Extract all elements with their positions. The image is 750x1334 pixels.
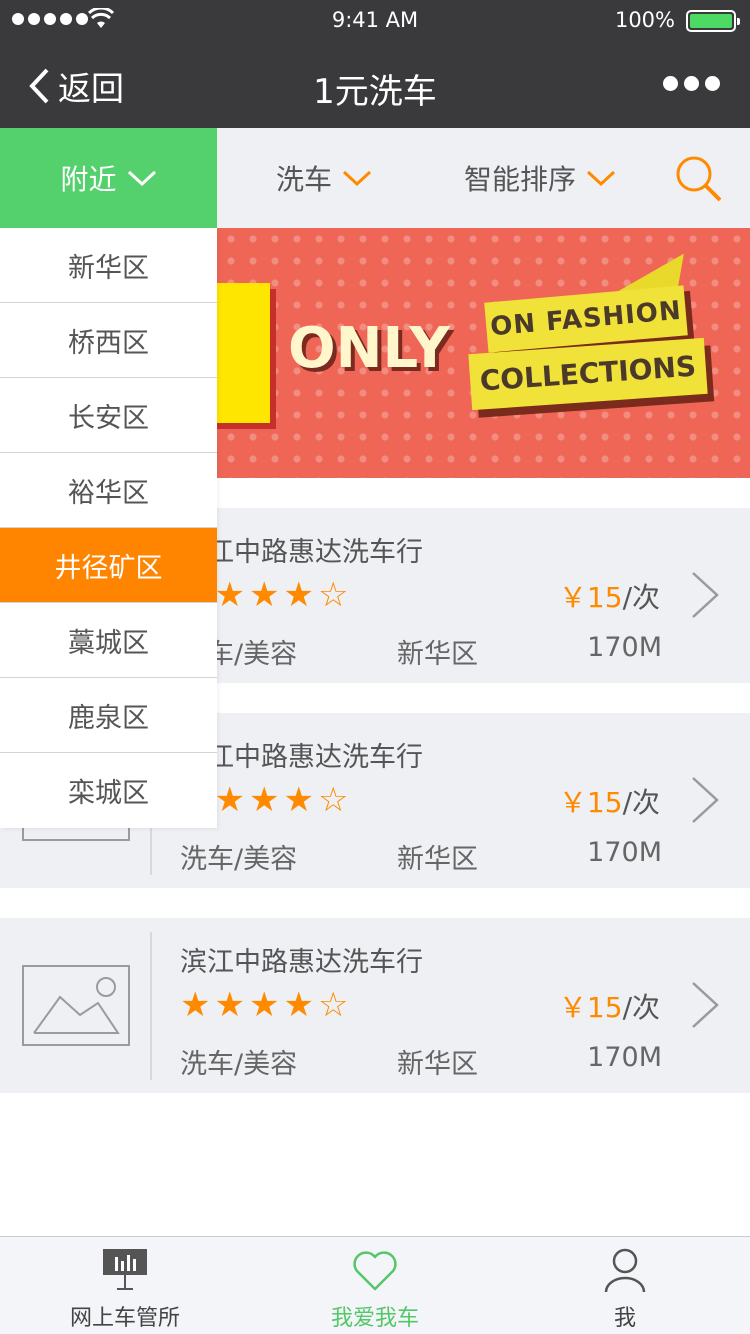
heart-icon — [353, 1251, 397, 1291]
district-dropdown: 新华区 桥西区 长安区 裕华区 井径矿区 藁城区 鹿泉区 栾城区 — [0, 228, 217, 828]
district-option[interactable]: 新华区 — [0, 228, 217, 303]
district-option[interactable]: 鹿泉区 — [0, 678, 217, 753]
tab-vehicle-admin-label: 网上车管所 — [69, 1306, 180, 1331]
filter-sort[interactable]: 智能排序 — [464, 128, 616, 228]
filter-nearby-label: 附近 — [60, 163, 117, 196]
price-value: ￥15 — [558, 786, 623, 819]
district-option[interactable]: 桥西区 — [0, 303, 217, 378]
filter-bar: 附近 洗车 智能排序 — [0, 128, 750, 228]
district-option-selected[interactable]: 井径矿区 — [0, 528, 217, 603]
listing-district: 新华区 — [397, 639, 478, 670]
tab-me[interactable]: 我 — [500, 1237, 750, 1334]
price-value: ￥15 — [558, 581, 623, 614]
chevron-down-icon — [586, 170, 616, 187]
filter-wash[interactable]: 洗车 — [276, 128, 372, 228]
price-unit: /次 — [622, 786, 660, 819]
listing-district: 新华区 — [397, 844, 478, 875]
chevron-down-icon — [342, 170, 372, 187]
district-option[interactable]: 长安区 — [0, 378, 217, 453]
filter-wash-label: 洗车 — [276, 163, 333, 196]
battery-icon — [686, 10, 740, 32]
presentation-board-icon — [103, 1249, 147, 1290]
price-unit: /次 — [622, 991, 660, 1024]
price-unit: /次 — [622, 581, 660, 614]
listing-price: ￥15/次 — [559, 576, 660, 616]
district-option[interactable]: 栾城区 — [0, 753, 217, 828]
battery-percent: 100% — [614, 8, 675, 32]
listing-price: ￥15/次 — [559, 986, 660, 1026]
search-icon[interactable] — [674, 154, 724, 204]
listing-category: 洗车/美容 — [180, 844, 298, 875]
district-option[interactable]: 裕华区 — [0, 453, 217, 528]
district-option[interactable]: 藁城区 — [0, 603, 217, 678]
listing-distance: 170M — [587, 837, 662, 868]
status-bar: 9:41 AM 100% — [0, 0, 750, 40]
user-icon — [604, 1248, 646, 1293]
page-title: 1元洗车 — [313, 72, 437, 112]
listing-name: 滨江中路惠达洗车行 — [180, 947, 423, 978]
listing-distance: 170M — [587, 632, 662, 663]
price-value: ￥15 — [558, 991, 623, 1024]
top-bar: 9:41 AM 100% 返回 1元洗车 — [0, 0, 750, 128]
rating-stars: ★★★★☆ — [180, 985, 349, 1025]
listing-card[interactable]: 滨江中路惠达洗车行 ★★★★☆ ￥15/次 洗车/美容 新华区 170M — [0, 918, 750, 1093]
tab-me-label: 我 — [613, 1306, 636, 1331]
chevron-right-icon — [692, 572, 719, 618]
chevron-down-icon — [127, 170, 156, 187]
chevron-right-icon — [692, 982, 719, 1028]
divider — [150, 932, 152, 1080]
tab-my-car-label: 我爱我车 — [330, 1306, 419, 1331]
tab-my-car[interactable]: 我爱我车 — [250, 1237, 500, 1334]
listing-distance: 170M — [587, 1042, 662, 1073]
listing-price: ￥15/次 — [559, 781, 660, 821]
tab-vehicle-admin[interactable]: 网上车管所 — [0, 1237, 250, 1334]
listing-category: 洗车/美容 — [180, 1049, 298, 1080]
image-placeholder-icon — [22, 965, 130, 1046]
filter-sort-label: 智能排序 — [464, 163, 577, 196]
tab-bar: 网上车管所 我爱我车 我 — [0, 1236, 750, 1334]
banner-headline: ONLY — [288, 316, 450, 381]
more-button[interactable] — [663, 76, 720, 91]
listing-district: 新华区 — [397, 1049, 478, 1080]
chevron-right-icon — [692, 777, 719, 823]
filter-nearby[interactable]: 附近 — [0, 128, 217, 228]
